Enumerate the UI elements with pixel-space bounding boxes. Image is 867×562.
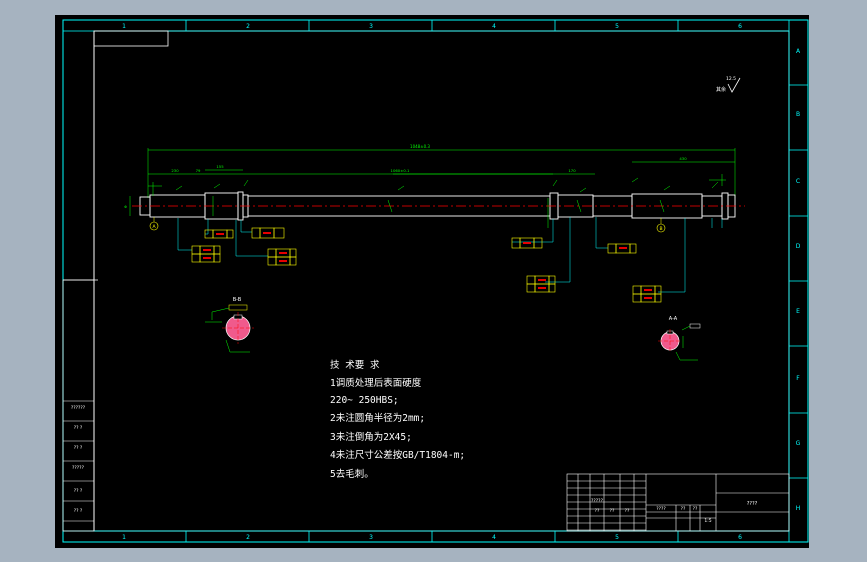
zone-label-top: 4	[492, 23, 496, 30]
tech-note-line: 5去毛刺。	[330, 468, 374, 480]
drawing-canvas	[55, 15, 809, 548]
side-table-label: ??????	[71, 405, 86, 411]
zone-label-bottom: 2	[246, 534, 250, 541]
cad-drawing: 1 2 3 4 5 6 1 2 3 4 5 6 A B C D E F G H …	[55, 15, 809, 548]
title-block-cell: ??	[681, 506, 686, 512]
tech-notes-title: 技 术要 求	[330, 359, 380, 371]
tech-note-line: 3未注倒角为2X45;	[330, 431, 412, 443]
segment-dimension: 79	[196, 168, 201, 173]
side-table-label: ?? ?	[74, 508, 83, 514]
zone-label-right: D	[796, 243, 801, 250]
overall-length-dimension: 1048±0.3	[410, 144, 430, 149]
title-block-cell: ??	[610, 508, 615, 514]
zone-label-bottom: 4	[492, 534, 496, 541]
section-a-label: A-A	[669, 316, 678, 322]
zone-label-right: C	[796, 178, 800, 185]
tech-note-line: 1调质处理后表面硬度	[330, 377, 422, 389]
section-b-label: B-B	[233, 297, 242, 303]
zone-label-top: 5	[615, 23, 619, 30]
zone-label-top: 1	[122, 23, 126, 30]
segment-dimension: 155	[216, 164, 224, 169]
zone-label-right: G	[796, 440, 801, 447]
drawing-name: ????	[747, 501, 758, 507]
side-table-label: ?? ?	[74, 445, 83, 451]
title-block-cell: ??	[625, 508, 630, 514]
svg-text:Φ: Φ	[124, 205, 127, 209]
segment-dimension: 430	[679, 156, 687, 161]
title-block-cell: ??	[693, 506, 698, 512]
zone-label-bottom: 6	[738, 534, 742, 541]
zone-label-right: H	[796, 505, 801, 512]
svg-text:B: B	[659, 226, 662, 232]
title-block-cell: ????	[656, 506, 666, 512]
segment-dimension: 170	[568, 168, 576, 173]
side-table-label: ?? ?	[74, 425, 83, 431]
tech-note-line: 4未注尺寸公差按GB/T1804-m;	[330, 449, 465, 461]
side-table-label: ?? ?	[74, 488, 83, 494]
segment-dimension: 230	[171, 168, 179, 173]
zone-label-bottom: 3	[369, 534, 373, 541]
surface-finish-label: 其余	[716, 86, 726, 93]
segment-dimension: 1060±0.1	[391, 168, 410, 173]
title-block-cell: ?????	[591, 498, 604, 504]
zone-label-top: 2	[246, 23, 250, 30]
zone-label-bottom: 5	[615, 534, 619, 541]
surface-finish-value: 12.5	[726, 76, 736, 82]
zone-label-top: 6	[738, 23, 742, 30]
zone-label-right: F	[796, 375, 800, 382]
title-block-cell: ??	[595, 508, 600, 514]
tech-note-line: 220~ 250HBS;	[330, 395, 399, 406]
zone-label-top: 3	[369, 23, 373, 30]
tech-note-line: 2未注圆角半径为2mm;	[330, 412, 425, 424]
zone-label-bottom: 1	[122, 534, 126, 541]
zone-label-right: E	[796, 308, 800, 315]
side-table-label: ?????	[72, 465, 85, 471]
zone-label-right: B	[796, 111, 800, 118]
title-block-cell: 1:5	[704, 518, 711, 524]
